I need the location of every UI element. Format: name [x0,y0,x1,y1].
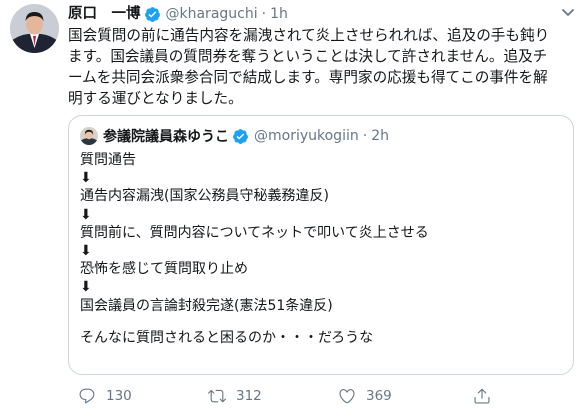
tweet-text-line: ます。国会議員の質問券を奪うということは決して許されません。追及チ [68,48,548,65]
tweet-text-line: 明する運びとなりました。 [68,90,243,107]
quoted-author-avatar [80,127,98,145]
author-handle[interactable]: @kharaguchi [166,4,258,24]
down-arrow: ⬇ [80,243,92,260]
quoted-tweet[interactable]: 参議院議員森ゆうこ @moriyukogiin · 2h 質問通告 ⬇ 通告内容… [68,115,574,375]
separator-dot: · [362,128,368,144]
tweet-actions: 130 312 369 [68,386,568,406]
down-arrow: ⬇ [80,170,92,187]
tweet-text: 国会質問の前に通告内容を漏洩されて炎上させられれば、追及の手も鈍り ます。国会議… [68,25,576,109]
quoted-tweet-time: 2h [371,128,389,144]
quoted-text-closing: そんなに質問されると困るのか・・・だろうな [80,329,374,346]
verified-badge-icon [233,128,248,144]
quoted-tweet-text: 質問通告 ⬇ 通告内容漏洩(国家公務員守秘義務違反) ⬇ 質問前に、質問内容につ… [80,151,565,347]
tweet-text-line: 国会質問の前に通告内容を漏洩されて炎上させられれば、追及の手も鈍り [68,27,550,44]
verified-badge-icon [144,6,160,22]
share-button[interactable] [473,386,501,406]
down-arrow: ⬇ [80,206,92,223]
tweet-text-line: ームを共同会派衆参合同で結成します。専門家の応援も得てこの事件を解 [68,69,548,86]
author-avatar[interactable] [10,4,59,53]
retweet-icon [208,389,226,403]
quoted-text-line: 国会議員の言論封殺完遂(憲法51条違反) [80,297,333,314]
share-icon [474,388,490,404]
separator-dot: · [261,6,267,22]
quoted-text-line: 恐怖を感じて質問取り止め [80,261,248,278]
quoted-avatar-image [80,127,98,145]
like-button[interactable]: 369 [338,386,392,406]
retweet-count: 312 [236,388,262,404]
quoted-tweet-header: 参議院議員森ゆうこ @moriyukogiin · 2h [80,126,389,146]
quoted-author-name: 参議院議員森ゆうこ [103,129,229,145]
like-count: 369 [366,388,392,404]
quoted-text-line: 質問前に、質問内容についてネットで叩いて炎上させる [80,224,429,241]
reply-count: 130 [106,388,132,404]
reply-icon [79,388,95,404]
down-arrow: ⬇ [80,279,92,296]
tweet-time[interactable]: 1h [270,4,288,24]
quoted-author-handle: @moriyukogiin [254,128,359,144]
author-avatar-image [10,4,59,53]
tweet-header: 原口 一博 @kharaguchi · 1h [68,4,288,24]
tweet[interactable]: 原口 一博 @kharaguchi · 1h 国会質問の前に通告内容を漏洩されて… [0,0,587,412]
chevron-down-icon[interactable] [559,6,577,20]
quoted-text-line: 質問通告 [80,152,136,168]
heart-icon [339,389,355,404]
quoted-text-line: 通告内容漏洩(国家公務員守秘義務違反) [80,188,329,205]
reply-button[interactable]: 130 [78,386,132,406]
author-name[interactable]: 原口 一博 [68,4,141,24]
retweet-button[interactable]: 312 [208,386,262,406]
